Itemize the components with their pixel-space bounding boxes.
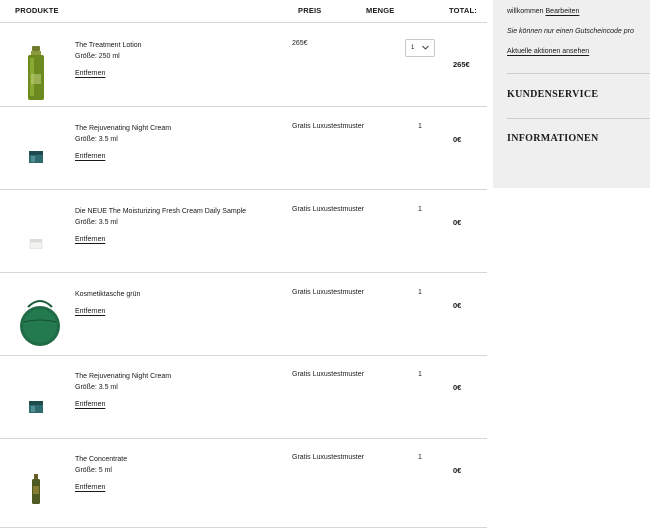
product-quantity: 1 xyxy=(418,289,422,296)
product-name[interactable]: The Rejuvenating Night Cream xyxy=(75,371,265,382)
product-size: Größe: 3.5 ml xyxy=(75,219,118,226)
information-section[interactable]: INFORMATIONEN xyxy=(507,133,599,144)
product-quantity: 1 xyxy=(418,123,422,130)
chevron-down-icon xyxy=(422,45,429,52)
product-total: 0€ xyxy=(453,383,462,392)
welcome-text: willkommen xyxy=(507,8,544,15)
product-price: Gratis Luxustestmuster xyxy=(292,454,364,461)
cart-row: Die NEUE The Moisturizing Fresh Cream Da… xyxy=(0,190,487,272)
product-name[interactable]: The Concentrate xyxy=(75,454,265,465)
product-name[interactable]: The Treatment Lotion xyxy=(75,40,265,51)
product-price: 265€ xyxy=(292,40,308,47)
remove-link[interactable]: Entfernen xyxy=(75,234,105,245)
header-total: TOTAL: xyxy=(449,6,477,15)
product-total: 0€ xyxy=(453,466,462,475)
product-total: 265€ xyxy=(453,60,470,69)
cart-row: The Rejuvenating Night Cream Größe: 3.5 … xyxy=(0,107,487,189)
product-total: 0€ xyxy=(453,218,462,227)
quantity-value: 1 xyxy=(411,45,415,51)
sidebar-divider xyxy=(507,73,650,74)
remove-link[interactable]: Entfernen xyxy=(75,306,105,317)
product-size: Größe: 5 ml xyxy=(75,467,112,474)
quantity-select[interactable]: 1 xyxy=(405,39,435,57)
sidebar-panel: willkommen Bearbeiten Sie können nur ein… xyxy=(493,0,650,188)
customer-service-section[interactable]: KUNDENSERVICE xyxy=(507,89,598,100)
remove-link[interactable]: Entfernen xyxy=(75,151,105,162)
welcome-line: willkommen Bearbeiten xyxy=(507,8,579,15)
product-name[interactable]: Kosmetiktasche grün xyxy=(75,289,265,300)
header-products: PRODUKTE xyxy=(15,6,59,15)
remove-link[interactable]: Entfernen xyxy=(75,399,105,410)
product-image xyxy=(10,473,62,505)
cart-row: Kosmetiktasche grün Entfernen Gratis Lux… xyxy=(0,273,487,355)
product-image xyxy=(10,396,62,418)
product-quantity: 1 xyxy=(418,454,422,461)
header-price: PREIS xyxy=(298,6,322,15)
product-name[interactable]: The Rejuvenating Night Cream xyxy=(75,123,265,134)
product-image xyxy=(10,45,62,101)
product-size: Größe: 3.5 ml xyxy=(75,384,118,391)
edit-link[interactable]: Bearbeiten xyxy=(546,8,580,15)
product-price: Gratis Luxustestmuster xyxy=(292,123,364,130)
product-image xyxy=(14,297,66,347)
sidebar-divider xyxy=(507,118,650,119)
product-price: Gratis Luxustestmuster xyxy=(292,206,364,213)
product-name[interactable]: Die NEUE The Moisturizing Fresh Cream Da… xyxy=(75,206,265,217)
cart-row: The Rejuvenating Night Cream Größe: 3.5 … xyxy=(0,356,487,438)
current-promos-link[interactable]: Aktuelle aktionen ansehen xyxy=(507,48,589,55)
remove-link[interactable]: Entfernen xyxy=(75,68,105,79)
remove-link[interactable]: Entfernen xyxy=(75,482,105,493)
product-size: Größe: 3.5 ml xyxy=(75,136,118,143)
cart-row: The Concentrate Größe: 5 ml Entfernen Gr… xyxy=(0,439,487,527)
header-quantity: MENGE xyxy=(366,6,395,15)
product-quantity: 1 xyxy=(418,206,422,213)
cart-row: The Treatment Lotion Größe: 250 ml Entfe… xyxy=(0,23,487,106)
product-total: 0€ xyxy=(453,135,462,144)
product-size: Größe: 250 ml xyxy=(75,53,120,60)
product-image xyxy=(10,234,62,254)
product-quantity: 1 xyxy=(418,371,422,378)
product-total: 0€ xyxy=(453,301,462,310)
coupon-note: Sie können nur einen Gutscheincode pro xyxy=(507,28,634,35)
product-price: Gratis Luxustestmuster xyxy=(292,371,364,378)
product-price: Gratis Luxustestmuster xyxy=(292,289,364,296)
product-image xyxy=(10,145,62,169)
row-divider xyxy=(0,527,487,528)
